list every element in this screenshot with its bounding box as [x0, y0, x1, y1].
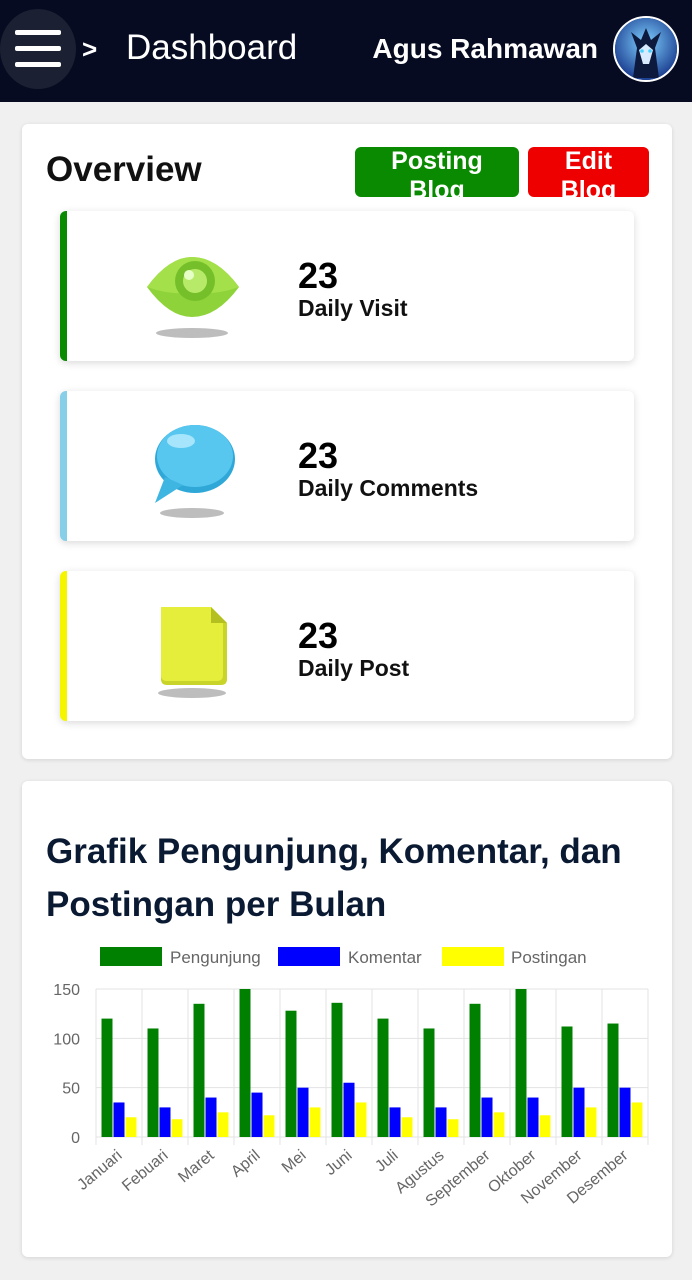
bar	[389, 1107, 401, 1137]
bar	[527, 1097, 539, 1137]
bar	[251, 1092, 263, 1137]
y-tick-label: 150	[53, 982, 80, 999]
bar	[561, 1026, 573, 1137]
chat-bubble-icon	[155, 425, 235, 518]
bar	[343, 1082, 355, 1137]
bar	[515, 989, 527, 1137]
daily-comments-label: Daily Comments	[298, 475, 479, 501]
legend-label: Postingan	[511, 948, 587, 967]
daily-post-value: 23	[298, 615, 339, 656]
legend-swatch	[442, 947, 504, 966]
x-tick-label: Juli	[372, 1147, 401, 1175]
bar	[355, 1102, 367, 1137]
bar	[285, 1010, 297, 1137]
daily-post-label: Daily Post	[298, 655, 410, 681]
bar	[447, 1119, 459, 1137]
chart-title: Grafik Pengunjung, Komentar, dan Posting…	[46, 832, 622, 924]
bar	[239, 989, 251, 1137]
legend-swatch	[100, 947, 162, 966]
x-tick-label: Febuari	[119, 1147, 171, 1195]
bar	[147, 1028, 159, 1137]
breadcrumb-separator: >	[82, 34, 98, 64]
bar	[585, 1107, 597, 1137]
document-icon	[158, 607, 227, 698]
stat-card-daily-visit: 23 Daily Visit	[60, 211, 634, 361]
bar	[263, 1115, 275, 1137]
bar	[607, 1023, 619, 1137]
bar	[401, 1117, 413, 1137]
bar	[423, 1028, 435, 1137]
daily-visit-label: Daily Visit	[298, 295, 408, 321]
edit-blog-button[interactable]: Edit Blog	[528, 147, 649, 204]
daily-comments-value: 23	[298, 435, 339, 476]
bar	[481, 1097, 493, 1137]
page-title: Dashboard	[126, 28, 298, 67]
x-tick-label: April	[228, 1147, 263, 1181]
bar	[171, 1119, 183, 1137]
x-tick-label: Mei	[279, 1147, 310, 1177]
bar	[217, 1112, 229, 1137]
stat-card-daily-post: 23 Daily Post	[60, 571, 634, 721]
bar	[159, 1107, 171, 1137]
y-tick-label: 0	[71, 1130, 80, 1147]
bar	[113, 1102, 125, 1137]
overview-title: Overview	[46, 150, 202, 189]
daily-visit-value: 23	[298, 255, 339, 296]
stat-card-daily-comments: 23 Daily Comments	[60, 391, 634, 541]
bar	[377, 1018, 389, 1137]
bar	[125, 1117, 137, 1137]
eye-icon	[147, 257, 239, 338]
overview-card: Overview Posting Blog Edit Blog 23 Daily…	[22, 124, 672, 759]
hamburger-menu-icon[interactable]	[0, 9, 76, 89]
x-tick-label: Januari	[74, 1147, 125, 1194]
bar	[205, 1097, 217, 1137]
y-tick-label: 50	[62, 1081, 80, 1098]
bar	[573, 1087, 585, 1137]
posting-blog-button[interactable]: Posting Blog	[355, 147, 519, 204]
bar-chart: 0 50 100 150 Pengunjung Komentar Postingan Janu…	[53, 947, 649, 1210]
x-tick-label: Juni	[322, 1147, 355, 1179]
bar	[469, 1003, 481, 1137]
bar	[101, 1018, 113, 1137]
legend-label: Pengunjung	[170, 948, 261, 967]
bar	[193, 1003, 205, 1137]
user-name[interactable]: Agus Rahmawan	[372, 33, 598, 65]
bar	[309, 1107, 321, 1137]
x-tick-label: Maret	[175, 1147, 218, 1187]
bar	[539, 1115, 551, 1137]
top-bar: > Dashboard Agus Rahmawan	[0, 0, 692, 102]
bar	[619, 1087, 631, 1137]
bar	[631, 1102, 643, 1137]
chart-card: Grafik Pengunjung, Komentar, dan Posting…	[22, 781, 672, 1257]
legend-swatch	[278, 947, 340, 966]
y-tick-label: 100	[53, 1031, 80, 1048]
bar	[297, 1087, 309, 1137]
bar	[331, 1002, 343, 1137]
legend-label: Komentar	[348, 948, 422, 967]
bar	[493, 1112, 505, 1137]
bar	[435, 1107, 447, 1137]
avatar[interactable]	[613, 16, 679, 82]
